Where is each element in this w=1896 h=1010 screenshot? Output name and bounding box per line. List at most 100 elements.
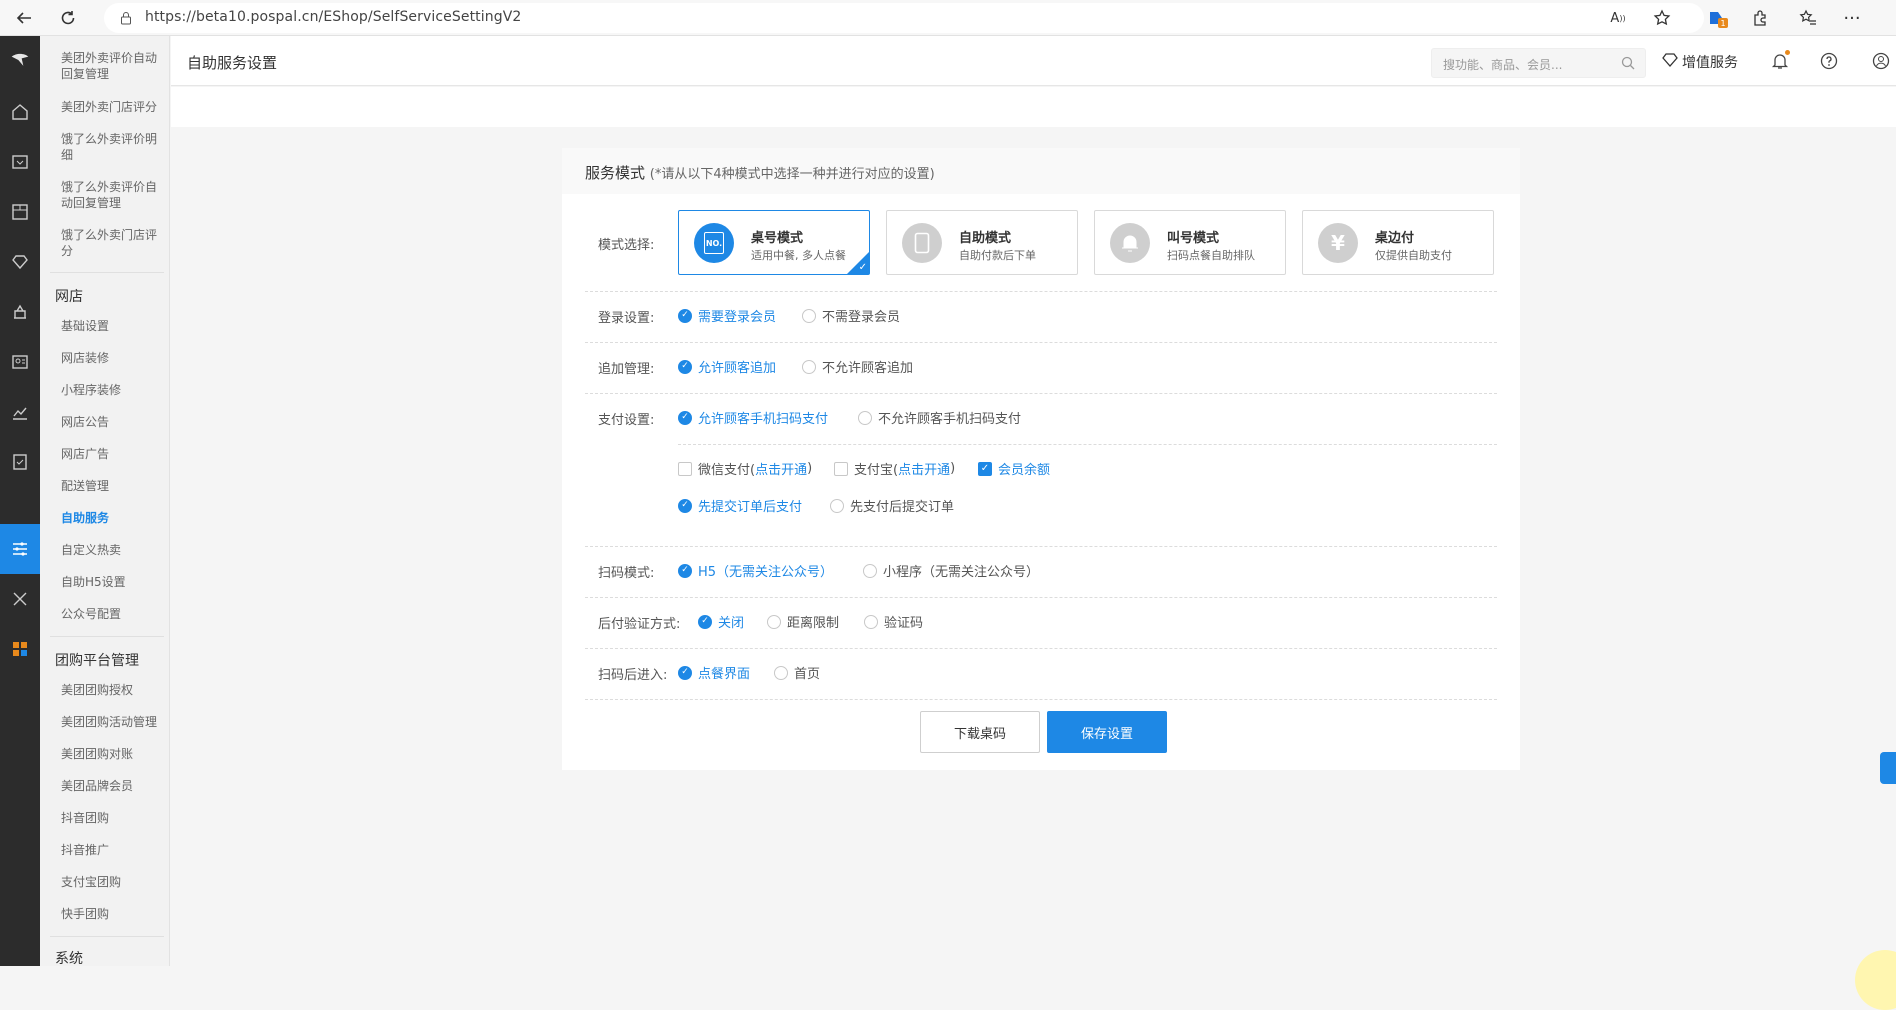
disallow-append-radio[interactable]: 不允许顾客追加 [802,357,913,376]
wechat-open-link[interactable]: 点击开通 [755,459,807,478]
apps-grid-icon[interactable] [10,639,30,659]
scan-miniprogram-radio[interactable]: 小程序（无需关注公众号） [863,561,1039,580]
verify-code-radio[interactable]: 验证码 [864,612,923,631]
menu-eleme-store-score[interactable]: 饿了么外卖门店评分 [61,227,161,259]
menu-meituan-group-auth[interactable]: 美团团购授权 [61,682,161,698]
wechat-pay-checkbox[interactable]: 微信支付(点击开通) [678,459,812,478]
enter-order-page-radio[interactable]: ✓ 点餐界面 [678,663,750,682]
radio-checked-icon: ✓ [678,665,692,680]
radio-empty-icon [774,665,788,680]
report-chart-icon[interactable] [10,402,30,422]
puzzle-extensions-icon[interactable] [1748,6,1772,30]
product-icon[interactable] [10,202,30,222]
favorites-list-icon[interactable] [1796,6,1820,30]
mode-card-call[interactable]: 叫号模式 扫码点餐自助排队 [1094,210,1286,275]
alipay-open-link[interactable]: 点击开通 [898,459,950,478]
marketing-icon[interactable] [10,302,30,322]
pay-then-order-radio[interactable]: 先支付后提交订单 [830,496,954,515]
radio-empty-icon [830,498,844,513]
option-label-end: ) [807,461,813,476]
allow-append-radio[interactable]: ✓ 允许顾客追加 [678,357,776,376]
search-icon[interactable] [1621,56,1635,74]
option-label: 不需登录会员 [822,310,901,325]
extension-icon[interactable]: 1 [1704,6,1728,30]
settings-sliders-icon[interactable] [10,539,30,559]
menu-meituan-brand-member[interactable]: 美团品牌会员 [61,778,161,794]
extension-badge: 1 [1718,18,1728,28]
menu-eleme-auto-reply[interactable]: 饿了么外卖评价自动回复管理 [61,179,161,211]
more-menu-icon[interactable]: ··· [1840,6,1864,30]
allow-scan-pay-radio[interactable]: ✓ 允许顾客手机扫码支付 [678,408,828,427]
login-required-radio[interactable]: ✓ 需要登录会员 [678,306,776,325]
mode-name: 桌号模式 [751,231,804,246]
menu-self-service[interactable]: 自助服务 [61,510,161,526]
menu-meituan-auto-reply[interactable]: 美团外卖评价自动回复管理 [61,50,161,82]
menu-custom-hot[interactable]: 自定义热卖 [61,542,161,558]
menu-official-account[interactable]: 公众号配置 [61,606,161,622]
mode-card-table[interactable]: NO. 桌号模式 适用中餐, 多人点餐 ✓ [678,210,870,275]
download-table-code-button[interactable]: 下载桌码 [920,711,1040,753]
menu-meituan-group-reconcile[interactable]: 美团团购对账 [61,746,161,762]
menu-meituan-store-score[interactable]: 美团外卖门店评分 [61,99,161,115]
yen-icon: ¥ [1318,223,1358,263]
phone-icon [902,223,942,263]
menu-douyin-group[interactable]: 抖音团购 [61,810,161,826]
menu-meituan-group-activity[interactable]: 美团团购活动管理 [61,714,161,730]
menu-shop-notice[interactable]: 网店公告 [61,414,161,430]
icon-rail [0,36,40,966]
menu-shop-ads[interactable]: 网店广告 [61,446,161,462]
menu-shop-decoration[interactable]: 网店装修 [61,350,161,366]
mode-name: 叫号模式 [1167,231,1220,246]
option-label: 支付宝( [854,463,899,478]
member-diamond-icon[interactable] [10,252,30,272]
mode-card-tableside-pay[interactable]: ¥ 桌边付 仅提供自助支付 [1302,210,1494,275]
lock-icon[interactable] [114,6,138,30]
scan-h5-radio[interactable]: ✓ H5（无需关注公众号） [678,561,833,580]
menu-basic-settings[interactable]: 基础设置 [61,318,161,334]
read-aloud-icon[interactable]: A)) [1606,6,1630,30]
floating-assistant-bubble[interactable] [1855,950,1896,1010]
menu-douyin-promo[interactable]: 抖音推广 [61,842,161,858]
search-input[interactable]: 搜功能、商品、会员... [1431,48,1646,78]
menu-kuaishou-group[interactable]: 快手团购 [61,906,161,922]
user-avatar-icon[interactable] [1871,51,1891,71]
row-divider [585,393,1497,394]
radio-empty-icon [802,308,816,323]
staff-icon[interactable] [10,352,30,372]
finance-icon[interactable] [10,452,30,472]
alipay-checkbox[interactable]: 支付宝(点击开通) [834,459,955,478]
login-not-required-radio[interactable]: 不需登录会员 [802,306,900,325]
floating-side-button[interactable] [1880,752,1896,784]
home-icon[interactable] [10,102,30,122]
enter-home-radio[interactable]: 首页 [774,663,820,682]
scan-mode-label: 扫码模式: [598,566,655,581]
favorite-star-icon[interactable] [1650,6,1674,30]
bell-icon[interactable] [1770,50,1790,71]
logo-icon[interactable] [10,50,30,70]
tools-icon[interactable] [10,589,30,609]
radio-checked-icon: ✓ [678,410,692,425]
row-divider [585,342,1497,343]
order-then-pay-radio[interactable]: ✓ 先提交订单后支付 [678,496,802,515]
radio-checked-icon: ✓ [698,614,712,629]
cashier-icon[interactable] [10,152,30,172]
save-settings-button[interactable]: 保存设置 [1047,711,1167,753]
verify-distance-radio[interactable]: 距离限制 [767,612,839,631]
mode-card-self[interactable]: 自助模式 自助付款后下单 [886,210,1078,275]
menu-delivery[interactable]: 配送管理 [61,478,161,494]
menu-section-shop: 网店 [55,289,83,305]
menu-h5-settings[interactable]: 自助H5设置 [61,574,161,590]
back-arrow-icon[interactable] [12,6,36,30]
menu-miniprogram-decoration[interactable]: 小程序装修 [61,382,161,398]
help-icon[interactable] [1819,51,1839,71]
disallow-scan-pay-radio[interactable]: 不允许顾客手机扫码支付 [858,408,1021,427]
vip-service-button[interactable]: 增值服务 [1662,52,1738,72]
member-balance-checkbox[interactable]: ✓ 会员余额 [978,459,1050,478]
menu-eleme-review-detail[interactable]: 饿了么外卖评价明细 [61,131,161,163]
menu-alipay-group[interactable]: 支付宝团购 [61,874,161,890]
verify-off-radio[interactable]: ✓ 关闭 [698,612,744,631]
radio-empty-icon [864,614,878,629]
url-text[interactable]: https://beta10.pospal.cn/EShop/SelfServi… [145,9,521,25]
refresh-icon[interactable] [56,6,80,30]
checkbox-empty-icon [834,461,848,476]
